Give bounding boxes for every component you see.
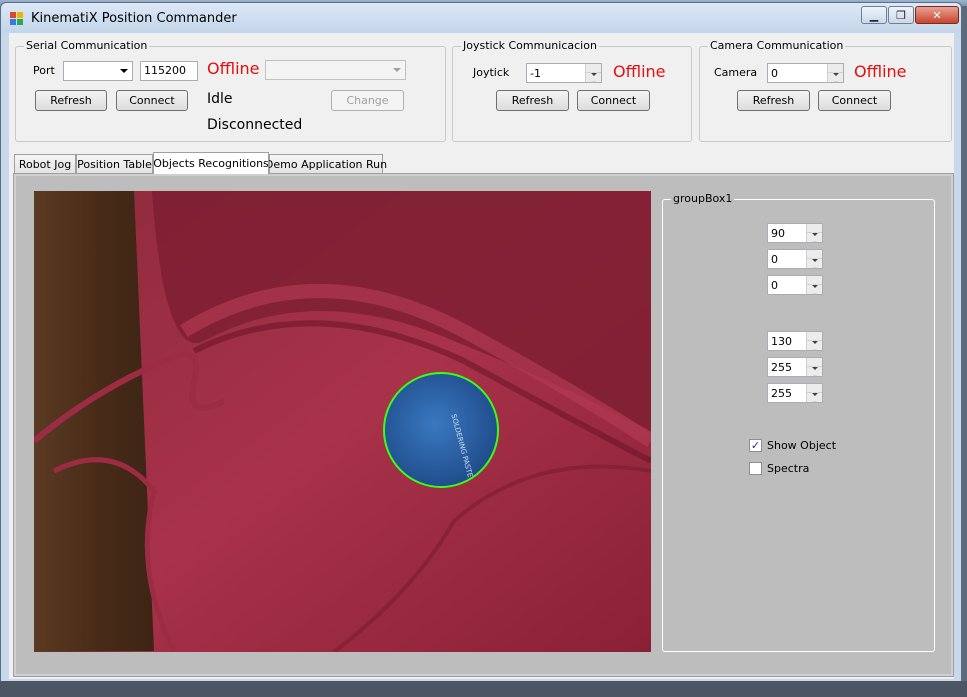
spinner-b-2[interactable]: 255: [767, 357, 823, 377]
spin-down-icon[interactable]: [807, 341, 822, 350]
spin-down-icon[interactable]: [807, 367, 822, 376]
serial-device-dropdown[interactable]: [265, 60, 406, 80]
close-button[interactable]: ✕: [915, 6, 959, 24]
serial-status: Offline: [207, 59, 260, 78]
spin-up-icon[interactable]: [807, 383, 822, 393]
minimize-icon: ▁: [869, 8, 879, 22]
change-button[interactable]: Change: [331, 90, 404, 111]
spinner-b-1[interactable]: 130: [767, 331, 823, 351]
spin-up-icon[interactable]: [807, 275, 822, 285]
groupbox1: groupBox1 90 0 0 130 255 255 ✓ Show Obje…: [662, 192, 935, 652]
spin-up-icon[interactable]: [586, 63, 601, 73]
spectra-checkbox[interactable]: [749, 462, 762, 475]
app-icon: [10, 12, 24, 26]
spin-down-icon[interactable]: [807, 393, 822, 402]
camera-spinner[interactable]: 0: [767, 63, 844, 83]
camera-refresh-button[interactable]: Refresh: [737, 90, 810, 111]
spinner-a-2[interactable]: 0: [767, 249, 823, 269]
spectra-label[interactable]: Spectra: [767, 462, 809, 475]
show-object-checkbox[interactable]: ✓: [749, 439, 762, 452]
camera-image: SOLDERING PASTE: [34, 191, 651, 652]
spinner-a-3[interactable]: 0: [767, 275, 823, 295]
serial-idle-text: Idle: [207, 91, 233, 107]
serial-connection-text: Disconnected: [207, 117, 303, 133]
groupbox1-title: groupBox1: [671, 192, 735, 205]
camera-status: Offline: [854, 62, 907, 81]
title-bar: KinematiX Position Commander ▁ ❐ ✕: [1, 3, 961, 33]
port-label: Port: [33, 64, 55, 77]
close-icon: ✕: [932, 8, 942, 22]
window-title: KinematiX Position Commander: [31, 11, 237, 26]
joystick-spinner[interactable]: -1: [526, 63, 602, 83]
joystick-communication-group: Joystick Communicacion Joytick -1 Offlin…: [452, 39, 692, 142]
chevron-down-icon: [120, 69, 128, 73]
joystick-status: Offline: [613, 62, 666, 81]
camera-label: Camera: [714, 66, 758, 79]
app-window: KinematiX Position Commander ▁ ❐ ✕ Seria…: [0, 2, 962, 682]
spin-up-icon[interactable]: [807, 223, 822, 233]
taskbar: [0, 681, 967, 697]
maximize-button[interactable]: ❐: [888, 6, 914, 24]
tab-demo-application-run[interactable]: Demo Application Run: [265, 154, 387, 174]
show-object-label[interactable]: Show Object: [767, 439, 836, 452]
camera-communication-group: Camera Communication Camera 0 Offline Re…: [699, 39, 952, 142]
joystick-refresh-button[interactable]: Refresh: [496, 90, 569, 111]
minimize-button[interactable]: ▁: [861, 6, 887, 24]
camera-connect-button[interactable]: Connect: [818, 90, 891, 111]
serial-group-title: Serial Communication: [24, 39, 150, 52]
port-dropdown[interactable]: [63, 61, 133, 81]
spinner-b-3[interactable]: 255: [767, 383, 823, 403]
serial-communication-group: Serial Communication Port 115200 Offline…: [15, 39, 446, 142]
spin-up-icon[interactable]: [828, 63, 843, 73]
joystick-value: -1: [530, 67, 541, 80]
camera-group-title: Camera Communication: [708, 39, 846, 52]
spin-up-icon[interactable]: [807, 331, 822, 341]
serial-refresh-button[interactable]: Refresh: [35, 90, 107, 111]
client-area: Serial Communication Port 115200 Offline…: [9, 33, 954, 679]
camera-value: 0: [771, 67, 778, 80]
baud-rate-input[interactable]: 115200: [140, 61, 198, 81]
spin-down-icon[interactable]: [807, 233, 822, 242]
restore-icon: ❐: [896, 8, 906, 22]
joystick-label: Joytick: [473, 66, 510, 79]
spin-up-icon[interactable]: [807, 357, 822, 367]
joystick-connect-button[interactable]: Connect: [577, 90, 650, 111]
joystick-group-title: Joystick Communicacion: [461, 39, 599, 52]
serial-connect-button[interactable]: Connect: [116, 90, 188, 111]
spin-down-icon[interactable]: [586, 73, 601, 82]
tab-robot-jog[interactable]: Robot Jog: [14, 154, 76, 174]
spin-up-icon[interactable]: [807, 249, 822, 259]
chevron-down-icon: [393, 68, 401, 72]
spinner-a-1[interactable]: 90: [767, 223, 823, 243]
spin-down-icon[interactable]: [807, 285, 822, 294]
camera-feed[interactable]: SOLDERING PASTE: [34, 191, 651, 652]
spin-down-icon[interactable]: [828, 73, 843, 82]
tab-objects-recognitions[interactable]: Objects Recognitions: [153, 152, 269, 174]
spin-down-icon[interactable]: [807, 259, 822, 268]
tab-position-table[interactable]: Position Table: [76, 154, 153, 174]
